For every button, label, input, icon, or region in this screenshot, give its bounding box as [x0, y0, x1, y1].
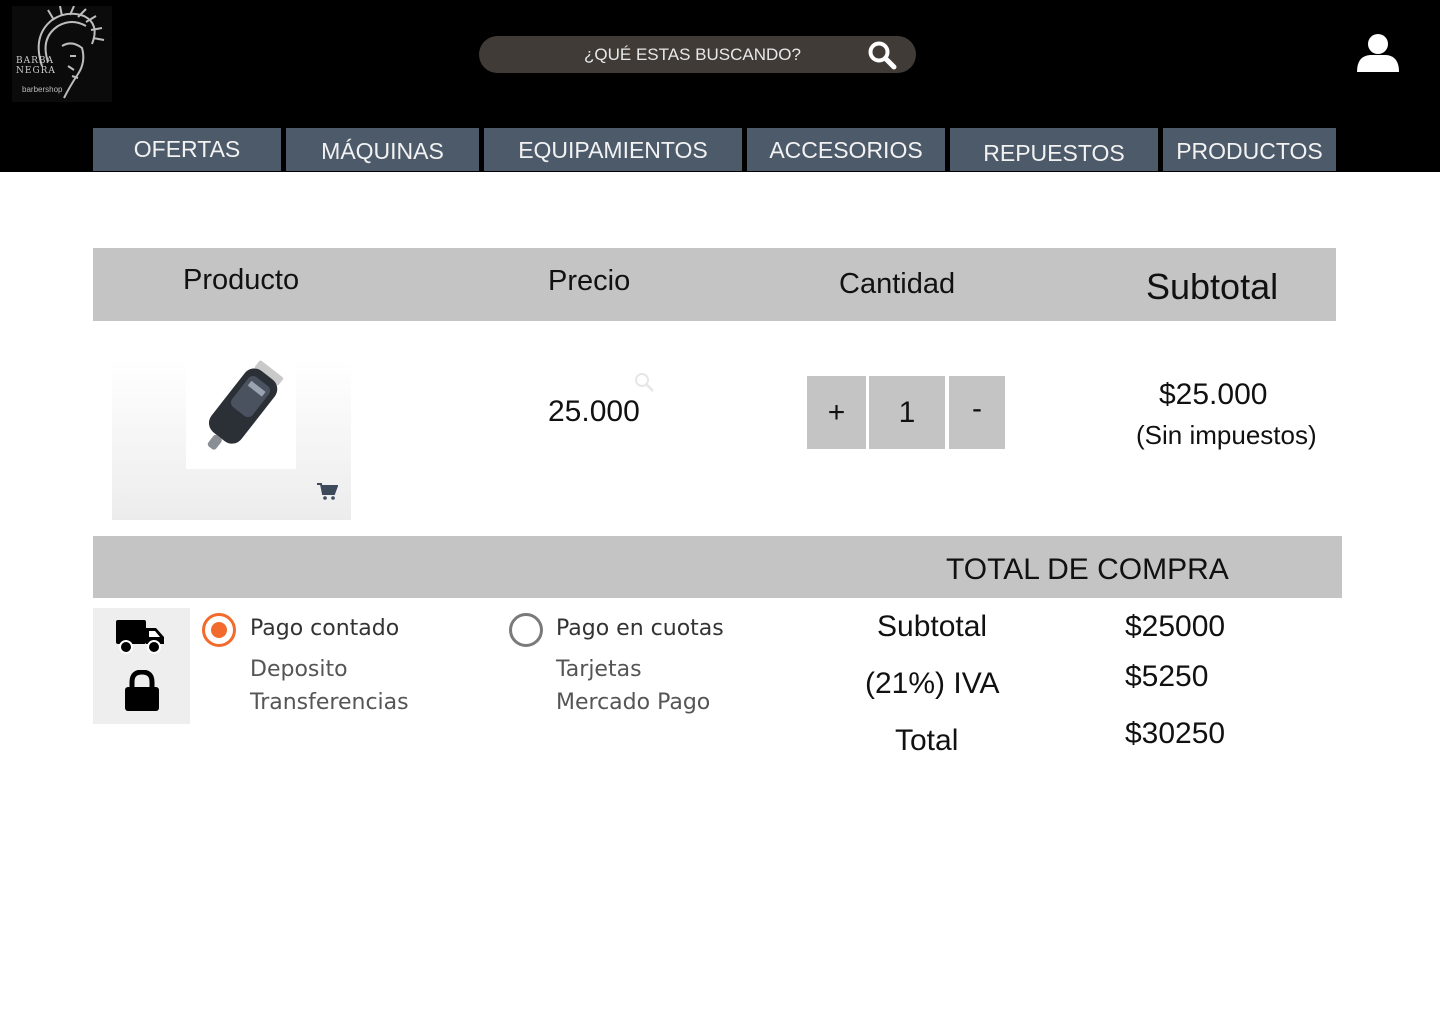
column-header-price: Precio [548, 265, 631, 297]
user-icon[interactable] [1354, 33, 1402, 73]
column-header-product: Producto [183, 264, 300, 296]
pago-en-cuotas-radio[interactable] [509, 613, 543, 647]
column-header-subtotal: Subtotal [1146, 266, 1279, 307]
pago-en-cuotas-label[interactable]: Pago en cuotas [556, 616, 724, 641]
tax-note: (Sin impuestos) [1136, 420, 1317, 450]
nav-item-repuestos[interactable]: REPUESTOS [950, 128, 1158, 171]
totals-total-label: Total [895, 724, 959, 757]
nav-item-equipamientos[interactable]: EQUIPAMIENTOS [484, 128, 742, 171]
pago-contado-label[interactable]: Pago contado [250, 616, 399, 641]
search-icon[interactable] [867, 40, 897, 70]
search-bar[interactable]: ¿QUÉ ESTAS BUSCANDO? [479, 36, 916, 73]
payment-method-deposito: Deposito [250, 657, 348, 682]
totals-tax-value: $5250 [1125, 660, 1209, 693]
totals-subtotal-value: $25000 [1125, 610, 1226, 643]
nav-item-productos[interactable]: PRODUCTOS [1163, 128, 1336, 171]
product-price: 25.000 [548, 395, 640, 428]
quantity-value[interactable]: 1 [869, 376, 945, 449]
nav-item-label: MÁQUINAS [321, 138, 444, 164]
logo-tagline: barbershop [22, 85, 63, 94]
nav-item-label: REPUESTOS [983, 140, 1125, 166]
totals-subtotal-label: Subtotal [877, 610, 988, 643]
payment-method-tarjetas: Tarjetas [556, 657, 642, 682]
nav-item-accesorios[interactable]: ACCESORIOS [747, 128, 945, 171]
barba-negra-logo[interactable]: BARBA NEGRA barbershop [12, 5, 112, 102]
logo-wordmark: BARBA NEGRA [16, 56, 56, 76]
lock-icon [125, 670, 159, 711]
nav-item-label: ACCESORIOS [769, 137, 923, 163]
cart-icon[interactable] [317, 483, 338, 500]
nav-item-label: EQUIPAMIENTOS [518, 137, 708, 163]
nav-item-label: PRODUCTOS [1176, 138, 1323, 164]
row-subtotal: $25.000 [1159, 378, 1268, 411]
truck-icon [116, 620, 164, 654]
payment-method-transferencias: Transferencias [250, 690, 409, 715]
zoom-icon [635, 373, 654, 392]
nav-item-ofertas[interactable]: OFERTAS [93, 128, 281, 171]
totals-tax-label: (21%) IVA [865, 667, 1000, 700]
pago-contado-radio[interactable] [202, 613, 236, 647]
column-header-quantity: Cantidad [839, 268, 956, 300]
hair-clipper-image[interactable] [186, 355, 296, 469]
nav-item-label: OFERTAS [133, 136, 241, 162]
decrease-quantity-button[interactable]: - [949, 376, 1005, 449]
totals-title: TOTAL DE COMPRA [946, 553, 1229, 586]
increase-quantity-button[interactable]: + [807, 376, 866, 449]
nav-item-maquinas[interactable]: MÁQUINAS [286, 128, 479, 171]
totals-total-value: $30250 [1125, 717, 1226, 750]
search-input[interactable]: ¿QUÉ ESTAS BUSCANDO? [479, 45, 846, 65]
payment-method-mercado-pago: Mercado Pago [556, 690, 711, 715]
